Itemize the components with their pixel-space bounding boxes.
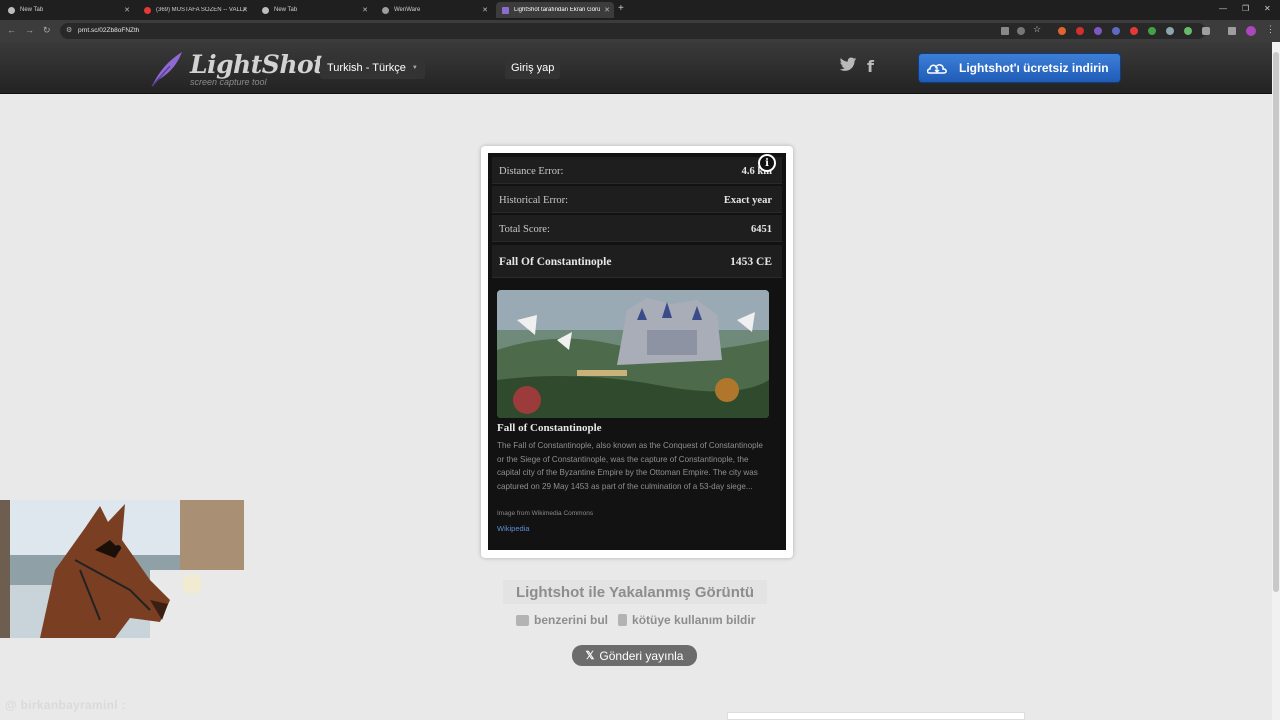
close-tab-icon[interactable]: ✕ (242, 6, 248, 14)
extension-icon[interactable] (1148, 27, 1156, 35)
chrome-icon (262, 6, 269, 14)
browser-toolbar: ← → ↻ ⚙ prnt.sc/02Zb8oFNZth (0, 20, 1280, 42)
extension-icon[interactable] (1112, 27, 1120, 35)
clipboard-icon (618, 614, 628, 626)
download-button[interactable]: Lightshot'ı ücretsiz indirin (918, 53, 1121, 83)
image-credit: Image from Wikimedia Commons (497, 510, 594, 517)
close-window-icon[interactable]: ✕ (1264, 4, 1271, 13)
x-logo-icon: 𝕏 (585, 650, 595, 662)
extension-icon[interactable] (1076, 27, 1084, 35)
site-info-icon[interactable]: ⚙ (66, 26, 72, 34)
extension-icon[interactable] (1184, 27, 1192, 35)
page-caption: Lightshot ile Yakalanmış Görüntü (503, 580, 767, 604)
close-tab-icon[interactable]: ✕ (362, 6, 368, 14)
webcam-overlay (0, 500, 244, 638)
page-scrollbar[interactable] (1272, 42, 1280, 720)
result-row: Distance Error: 4.6 km (492, 157, 782, 184)
new-tab-icon[interactable]: + (618, 3, 624, 14)
extension-icon[interactable] (1130, 27, 1138, 35)
youtube-icon (144, 6, 151, 14)
extension-icon[interactable] (1166, 27, 1174, 35)
logo-subtitle: screen capture tool (190, 77, 267, 87)
extension-icon[interactable] (1058, 27, 1066, 35)
stream-watermark: @ birkanbayraminl : (5, 698, 126, 712)
report-abuse-link[interactable]: kötüye kullanım bildir (632, 613, 755, 627)
chrome-icon (8, 6, 15, 14)
find-similar-link[interactable]: benzerini bul (534, 613, 608, 627)
close-tab-icon[interactable]: ✕ (482, 6, 488, 14)
browser-tab[interactable]: New Tab ✕ (256, 2, 372, 18)
profile-avatar[interactable] (1246, 26, 1256, 36)
close-tab-icon[interactable]: ✕ (124, 6, 130, 14)
zoom-icon[interactable] (1017, 27, 1025, 35)
logo-title[interactable]: LightShot (190, 50, 325, 79)
language-selector[interactable]: Turkish - Türkçe ▼ (320, 57, 425, 79)
browser-menu-icon[interactable]: ⋮ (1266, 24, 1275, 34)
reload-icon[interactable]: ↻ (43, 25, 51, 36)
extension-icon[interactable] (1094, 27, 1102, 35)
minimize-icon[interactable]: — (1219, 4, 1227, 13)
tweet-button[interactable]: 𝕏 Gönderi yayınla (572, 645, 697, 666)
cloud-download-icon (927, 64, 947, 74)
wiki-title: Fall of Constantinople (497, 422, 602, 434)
lightshot-feather-icon (502, 6, 509, 14)
site-header: LightShot screen capture tool Turkish - … (0, 42, 1272, 94)
browser-tab[interactable]: WenWare ✕ (376, 2, 492, 18)
bookmark-star-icon[interactable]: ☆ (1033, 24, 1041, 34)
back-icon[interactable]: ← (7, 25, 16, 35)
browser-tab-active[interactable]: LightShot tarafından Ekran Görüntüsü ✕ (496, 2, 614, 18)
painting-image (497, 290, 769, 418)
wikipedia-link: Wikipedia (497, 524, 530, 533)
globe-icon (382, 6, 389, 14)
result-row: Historical Error: Exact year (492, 186, 782, 213)
screenshot-card[interactable]: Distance Error: 4.6 km i Historical Erro… (481, 146, 793, 558)
maximize-icon[interactable]: ❐ (1242, 4, 1249, 13)
cast-icon[interactable] (1001, 27, 1009, 35)
login-button[interactable]: Giriş yap (505, 57, 561, 79)
feather-logo-icon (151, 52, 182, 87)
chevron-down-icon: ▼ (411, 65, 418, 71)
scrollbar-thumb[interactable] (1273, 52, 1279, 592)
action-links: benzerini bul kötüye kullanım bildir (516, 613, 755, 627)
camera-icon (516, 614, 529, 626)
browser-tab[interactable]: (369) MUSTAFA SÖZEN -- VALLA ✕ (138, 2, 252, 18)
result-row: Total Score: 6451 (492, 215, 782, 242)
info-icon[interactable]: i (758, 154, 776, 172)
facebook-icon[interactable]: f (867, 57, 874, 76)
page-bottom-panel (727, 712, 1025, 720)
browser-tab[interactable]: New Tab ✕ (2, 2, 134, 18)
browser-tab-bar: New Tab ✕ (369) MUSTAFA SÖZEN -- VALLA ✕… (0, 0, 1280, 20)
close-tab-icon[interactable]: ✕ (604, 6, 610, 14)
forward-icon[interactable]: → (25, 25, 34, 35)
event-row: Fall Of Constantinople 1453 CE (492, 245, 782, 278)
wiki-description: The Fall of Constantinople, also known a… (497, 441, 763, 491)
side-panel-icon[interactable] (1228, 27, 1236, 35)
screenshot-image: Distance Error: 4.6 km i Historical Erro… (488, 153, 786, 550)
extensions-puzzle-icon[interactable] (1202, 27, 1210, 35)
twitter-icon[interactable] (839, 57, 857, 78)
